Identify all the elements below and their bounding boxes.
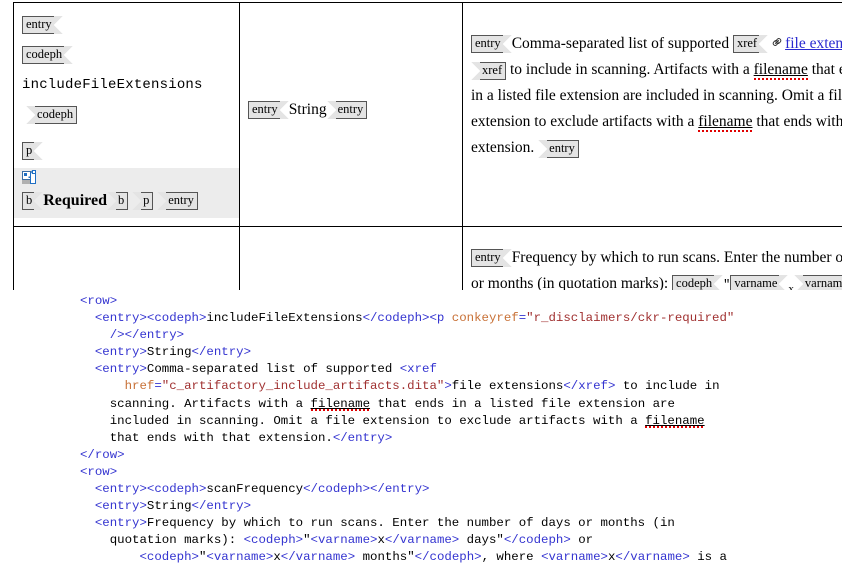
source-token: file extensions bbox=[451, 379, 564, 394]
tag-entry-open[interactable]: entry bbox=[471, 35, 513, 54]
source-token: <entry><codeph> bbox=[80, 482, 207, 497]
source-token: <codeph> bbox=[243, 533, 304, 548]
source-token: </xref> bbox=[563, 379, 616, 394]
tag-codeph-open[interactable]: codeph bbox=[672, 275, 725, 290]
tag-entry-close[interactable]: entry bbox=[156, 192, 198, 211]
content-reference-icon bbox=[22, 170, 37, 188]
source-token: included in scanning. Omit a file extens… bbox=[80, 413, 646, 428]
source-token: </entry> bbox=[332, 430, 393, 445]
table-row[interactable]: entry codeph includeFileExtensions codep… bbox=[13, 2, 842, 227]
tag-p-close[interactable]: p bbox=[130, 192, 154, 211]
source-token: is a bbox=[689, 550, 727, 565]
source-token: includeFileExtensions bbox=[206, 311, 363, 326]
source-token: </codeph> bbox=[414, 550, 482, 565]
source-token: Comma-separated list of supported bbox=[146, 362, 400, 377]
source-token: > bbox=[444, 379, 452, 394]
tag-xref-close[interactable]: xref bbox=[469, 61, 507, 80]
source-token: "r_disclaimers/ckr-required" bbox=[526, 311, 735, 326]
dita-properties-table: entry codeph includeFileExtensions codep… bbox=[13, 2, 842, 290]
source-token: = bbox=[154, 379, 162, 394]
codeph-value-include-file-extensions: includeFileExtensions bbox=[22, 77, 203, 93]
source-token: <varname> bbox=[310, 533, 378, 548]
source-token: <codeph> bbox=[80, 550, 199, 565]
tag-entry-close[interactable]: entry bbox=[325, 101, 368, 120]
tag-b-close[interactable]: b bbox=[105, 192, 129, 211]
source-token: </codeph><p bbox=[362, 311, 452, 326]
source-token: to include in bbox=[615, 379, 720, 394]
source-token: scanning. Artifacts with a bbox=[80, 396, 311, 411]
tag-varname-open[interactable]: varname bbox=[730, 275, 790, 290]
source-token: </codeph></entry> bbox=[303, 482, 430, 497]
source-token: </entry> bbox=[191, 345, 252, 360]
source-token: that ends with that extension. bbox=[80, 430, 333, 445]
source-token: <varname> bbox=[206, 550, 274, 565]
table-row[interactable]: entry Frequency by which to run scans. En… bbox=[13, 225, 842, 290]
source-token: <entry><codeph> bbox=[80, 311, 207, 326]
source-token: </entry> bbox=[191, 499, 252, 514]
tag-codeph-close[interactable]: codeph bbox=[24, 106, 78, 125]
source-token: <varname> bbox=[541, 550, 608, 565]
cell-name-include-file-extensions[interactable]: entry codeph includeFileExtensions codep… bbox=[13, 2, 240, 227]
source-token: <row> bbox=[80, 294, 118, 308]
tag-xref-open[interactable]: xref bbox=[732, 35, 770, 54]
source-token: </varname> bbox=[384, 533, 460, 548]
tag-entry-open[interactable]: entry bbox=[248, 101, 290, 120]
source-token: </varname> bbox=[280, 550, 356, 565]
source-token: , where bbox=[481, 550, 542, 565]
source-token: <entry> bbox=[80, 516, 147, 531]
author-view-pane[interactable]: entry codeph includeFileExtensions codep… bbox=[0, 0, 842, 290]
source-token: String bbox=[146, 345, 192, 360]
source-token: filename bbox=[645, 413, 705, 428]
cell-name-scan-frequency[interactable] bbox=[13, 225, 240, 290]
source-token: <entry> bbox=[80, 345, 147, 360]
source-token: months" bbox=[355, 550, 415, 565]
content-reference-block[interactable]: b Required b p entry bbox=[14, 168, 239, 218]
source-token: <entry> bbox=[80, 499, 147, 514]
source-token: that ends in a listed file extension are bbox=[370, 396, 675, 411]
term-filename-1: filename bbox=[753, 61, 808, 81]
tag-b-open[interactable]: b bbox=[22, 192, 45, 211]
source-token: conkeyref bbox=[451, 311, 519, 326]
source-token: String bbox=[146, 499, 192, 514]
source-token: quotation marks): bbox=[80, 533, 244, 548]
xml-source-code[interactable]: <row> <entry><codeph>includeFileExtensio… bbox=[0, 290, 842, 566]
source-token: <row> bbox=[80, 464, 118, 479]
description-text-part-1: Comma-separated list of supported bbox=[511, 35, 733, 52]
type-value-string: String bbox=[288, 101, 327, 118]
source-token: /></entry> bbox=[80, 328, 185, 343]
cell-type-scan-frequency[interactable] bbox=[239, 225, 463, 290]
source-token: href bbox=[80, 379, 155, 394]
source-token: </codeph> bbox=[503, 533, 571, 548]
source-token: x bbox=[377, 533, 385, 548]
required-label: Required bbox=[43, 192, 107, 209]
source-token: " bbox=[303, 533, 311, 548]
source-token: or bbox=[570, 533, 594, 548]
source-token: Frequency by which to run scans. Enter t… bbox=[146, 516, 675, 531]
source-token: <xref bbox=[399, 362, 437, 377]
tag-codeph-open[interactable]: codeph bbox=[22, 46, 75, 65]
description-text-part-2: to include in scanning. Artifacts with a bbox=[506, 61, 754, 79]
xref-link-file-extensions[interactable]: file extensions bbox=[785, 35, 842, 52]
tag-p-open[interactable]: p bbox=[22, 142, 45, 161]
tag-varname-close[interactable]: varname bbox=[792, 275, 842, 290]
source-token: </varname> bbox=[615, 550, 690, 565]
source-token: days" bbox=[459, 533, 504, 548]
cell-description-include-file-extensions[interactable]: entry Comma-separated list of supported x… bbox=[462, 2, 842, 227]
source-token: x bbox=[273, 550, 281, 565]
tag-entry-close[interactable]: entry bbox=[537, 139, 579, 158]
source-token: </row> bbox=[80, 447, 125, 462]
tag-entry-open[interactable]: entry bbox=[471, 249, 513, 268]
cell-type-string[interactable]: entry String entry bbox=[239, 2, 463, 227]
source-token: "c_artifactory_include_artifacts.dita" bbox=[161, 379, 445, 394]
tag-entry-open[interactable]: entry bbox=[22, 16, 64, 35]
term-filename-2: filename bbox=[698, 113, 753, 133]
quote-mark-1: " bbox=[723, 278, 731, 290]
source-token: <entry> bbox=[80, 362, 147, 377]
source-token: scanFrequency bbox=[206, 482, 304, 497]
cell-description-scan-frequency[interactable]: entry Frequency by which to run scans. En… bbox=[462, 225, 842, 290]
source-view-pane[interactable]: <row> <entry><codeph>includeFileExtensio… bbox=[0, 290, 842, 566]
link-chain-icon bbox=[771, 31, 783, 57]
source-token: filename bbox=[310, 396, 371, 411]
